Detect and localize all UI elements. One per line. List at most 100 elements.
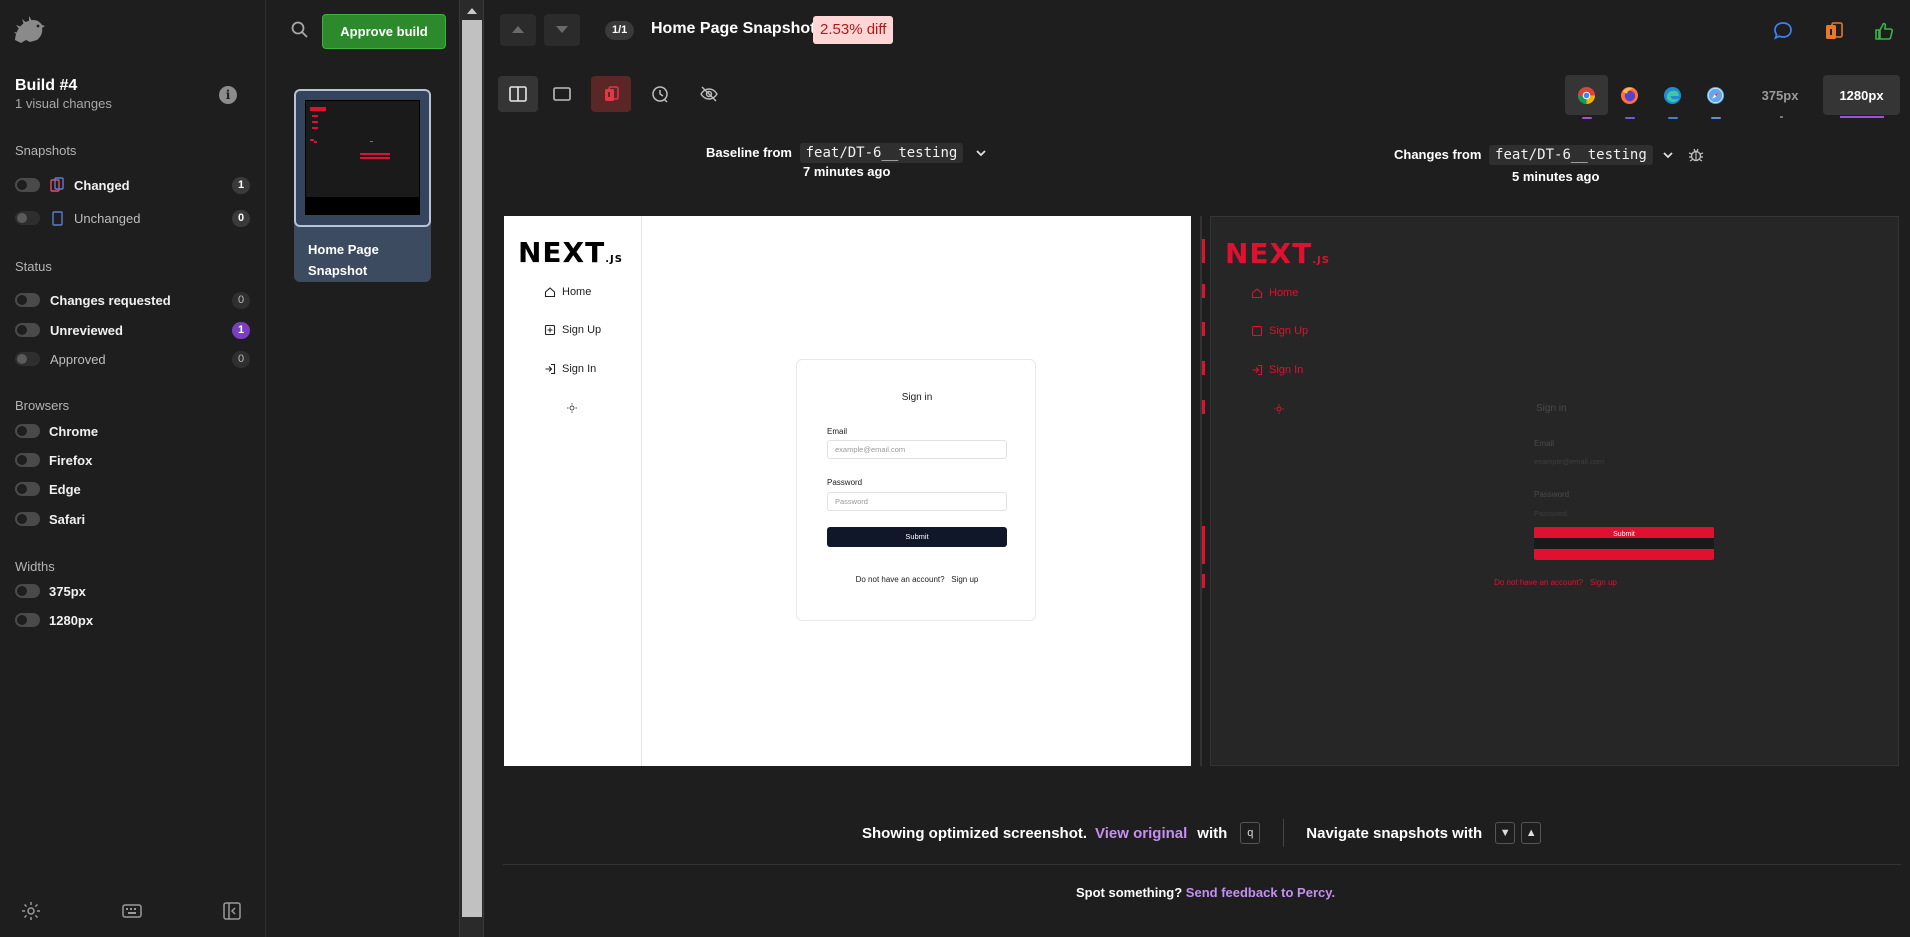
width-375-label: 375px <box>49 583 86 599</box>
signin-icon <box>545 363 556 375</box>
edge-toggle[interactable] <box>15 482 40 496</box>
chrome-label: Chrome <box>49 423 99 439</box>
diff-password-label: Password <box>1534 490 1570 499</box>
list-scrollbar[interactable] <box>459 0 484 937</box>
changes-chevron-down-icon[interactable] <box>1661 148 1675 162</box>
filter-unreviewed[interactable]: Unreviewed 1 <box>15 318 250 342</box>
filter-width-1280[interactable]: 1280px <box>15 608 250 632</box>
diff-email-field: example@email.com <box>1534 457 1605 466</box>
filter-chrome[interactable]: Chrome <box>15 419 250 443</box>
percy-app: Build #4 1 visual changes i Snapshots Ch… <box>0 0 1910 937</box>
password-field: Password <box>827 492 1007 511</box>
submit-button: Submit <box>827 527 1007 547</box>
width-375-toggle[interactable] <box>15 584 40 598</box>
safari-tab-indicator <box>1711 117 1721 119</box>
filter-unchanged[interactable]: Unchanged 0 <box>15 206 250 230</box>
diff-site-nav-signup-label: Sign Up <box>1269 325 1309 337</box>
changes-label: Changes from feat/DT-6__testing <box>1394 145 1653 165</box>
key-up-hint: ▲ <box>1521 822 1542 844</box>
diff-site-nav-signin-label: Sign In <box>1269 364 1304 376</box>
next-snapshot-button[interactable] <box>544 14 580 46</box>
thumbs-up-icon[interactable] <box>1873 20 1895 42</box>
width-1280-tab[interactable]: 1280px <box>1823 75 1900 115</box>
baseline-branch[interactable]: feat/DT-6__testing <box>799 143 964 163</box>
baseline-chevron-down-icon[interactable] <box>974 146 988 160</box>
filter-edge[interactable]: Edge <box>15 477 250 501</box>
width-375-indicator <box>1780 116 1783 118</box>
approve-build-button[interactable]: Approve build <box>322 14 446 49</box>
send-feedback-link[interactable]: Send feedback to Percy. <box>1186 885 1335 900</box>
filter-approved[interactable]: Approved 0 <box>15 347 250 371</box>
password-label: Password <box>827 478 863 487</box>
diff-marker <box>1202 361 1205 375</box>
signin-title: Sign in <box>901 392 933 403</box>
changed-toggle[interactable] <box>15 178 40 192</box>
diff-signin-title: Sign in <box>1536 403 1567 414</box>
request-changes-icon[interactable] <box>1823 20 1845 42</box>
diff-signup-prompt-text: Do not have an account? <box>1494 578 1584 587</box>
filter-changes-requested[interactable]: Changes requested 0 <box>15 288 250 312</box>
filter-firefox[interactable]: Firefox <box>15 448 250 472</box>
screenshot-info-bar: Showing optimized screenshot. View origi… <box>862 819 1544 847</box>
diff-email-label: Email <box>1534 439 1555 448</box>
search-icon[interactable] <box>290 20 310 40</box>
filter-width-375[interactable]: 375px <box>15 579 250 603</box>
diff-home-icon <box>1251 288 1263 299</box>
snapshots-heading: Snapshots <box>15 143 77 158</box>
safari-toggle[interactable] <box>15 512 40 526</box>
signup-icon <box>544 324 556 336</box>
width-1280-label: 1280px <box>49 612 94 628</box>
edge-label: Edge <box>49 481 81 497</box>
changes-screenshot[interactable]: NEXT.JS Home Sign Up Sign In Sign in Ema… <box>1202 216 1899 766</box>
diff-site-nav-signup: Sign Up <box>1251 325 1308 337</box>
firefox-toggle[interactable] <box>15 453 40 467</box>
navigate-snapshots-text: Navigate snapshots with <box>1306 824 1483 842</box>
scrollbar-thumb[interactable] <box>462 20 482 917</box>
history-button[interactable] <box>640 76 680 112</box>
filter-changed[interactable]: Changed 1 <box>15 173 250 197</box>
hide-regions-button[interactable] <box>689 76 729 112</box>
chrome-tab[interactable] <box>1565 75 1608 119</box>
width-375-tab[interactable]: 375px <box>1747 75 1813 115</box>
site-nav-signin: Sign In <box>544 363 596 375</box>
unreviewed-toggle[interactable] <box>15 323 40 337</box>
diff-overlay-icon <box>605 86 619 101</box>
changed-count: 1 <box>232 177 250 194</box>
diff-marker <box>1202 284 1205 298</box>
baseline-time: 7 minutes ago <box>803 164 891 179</box>
toggle-diff-overlay-button[interactable] <box>591 76 631 112</box>
scroll-up-arrow[interactable] <box>467 8 477 14</box>
comment-icon[interactable] <box>1772 20 1794 42</box>
firefox-tab[interactable] <box>1608 75 1651 119</box>
info-icon[interactable]: i <box>219 86 237 104</box>
safari-tab[interactable] <box>1694 75 1737 119</box>
feedback-line: Spot something? Send feedback to Percy. <box>1076 885 1335 900</box>
snapshot-card[interactable]: Home Page Snapshot <box>294 89 431 282</box>
safari-icon <box>1706 86 1725 105</box>
site-nav-home: Home <box>544 286 591 298</box>
edge-tab[interactable] <box>1651 75 1694 119</box>
baseline-screenshot[interactable]: NEXT.JS Home Sign Up Sign In Sign in Ema… <box>504 216 1191 766</box>
collapse-sidebar-icon[interactable] <box>221 900 243 922</box>
site-nav-signup-label: Sign Up <box>562 324 602 336</box>
side-by-side-view-button[interactable] <box>498 76 538 112</box>
percy-hedgehog-logo[interactable] <box>12 14 46 48</box>
bug-icon[interactable] <box>1687 146 1705 164</box>
theme-sun-icon[interactable] <box>20 900 42 922</box>
chrome-toggle[interactable] <box>15 424 40 438</box>
site-nav-home-label: Home <box>562 286 592 298</box>
key-q-hint: q <box>1240 822 1261 844</box>
previous-snapshot-button[interactable] <box>500 14 536 46</box>
single-view-button[interactable] <box>542 76 582 112</box>
unchanged-toggle[interactable] <box>15 211 40 225</box>
filter-safari[interactable]: Safari <box>15 507 250 531</box>
approved-toggle[interactable] <box>15 352 40 366</box>
unchanged-label: Unchanged <box>74 210 141 226</box>
keyboard-icon[interactable] <box>121 900 143 922</box>
view-original-link[interactable]: View original <box>1095 825 1187 842</box>
build-title: Build #4 <box>15 77 78 94</box>
width-1280-toggle[interactable] <box>15 613 40 627</box>
changes-branch[interactable]: feat/DT-6__testing <box>1489 145 1653 165</box>
changes-requested-toggle[interactable] <box>15 293 40 307</box>
chrome-tab-indicator <box>1582 117 1592 119</box>
